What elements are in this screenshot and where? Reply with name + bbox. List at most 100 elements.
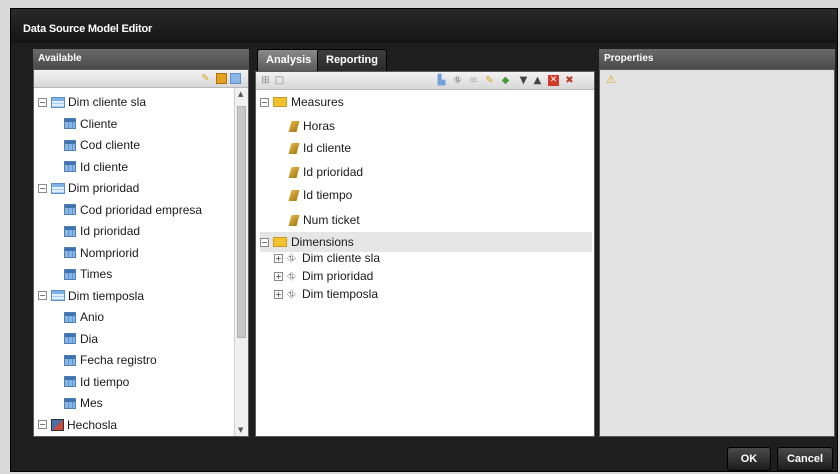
tree-item-label: Hechosla [67, 417, 118, 432]
measure-add-icon[interactable]: ✎ [484, 75, 495, 86]
collapse-toggle-icon[interactable]: − [38, 420, 47, 429]
column-item[interactable]: Anio [64, 307, 104, 327]
table-item[interactable]: − Dim tiemposla [38, 286, 144, 306]
column-item[interactable]: Dia [64, 329, 98, 349]
column-item[interactable]: Id prioridad [64, 221, 140, 241]
tree-item-label: Id cliente [80, 159, 129, 174]
select-icon[interactable]: ⊞ [260, 75, 271, 86]
column-item[interactable]: Times [64, 264, 112, 284]
level-icon[interactable]: ≡ [468, 75, 479, 86]
expand-toggle-icon[interactable]: + [274, 271, 283, 281]
tree-item-label: Nompriorid [80, 245, 139, 260]
measure-item[interactable]: Id prioridad [288, 162, 363, 182]
properties-header: Properties [599, 49, 835, 69]
tree-item-label: Cliente [80, 116, 118, 131]
calculated-icon[interactable]: ◆ [500, 75, 511, 86]
collapse-toggle-icon[interactable]: − [38, 183, 47, 193]
tree-item-label: Fecha registro [80, 353, 157, 367]
column-icon [64, 268, 76, 280]
table-item[interactable]: − Dim cliente sla [38, 92, 146, 112]
scroll-down-icon[interactable]: ▼ [238, 426, 243, 434]
data-source-model-editor-dialog: Data Source Model Editor Available ✎ − Di… [10, 8, 838, 472]
properties-panel: ⚠ [599, 69, 835, 437]
column-icon [64, 333, 76, 344]
measure-icon [288, 189, 300, 201]
window-title: Data Source Model Editor [11, 9, 837, 43]
move-down-icon[interactable]: ▼ [518, 75, 529, 86]
column-item[interactable]: Cod cliente [64, 135, 140, 155]
tree-item-label: Cod cliente [80, 138, 141, 152]
tree-item-label: Id tiempo [303, 188, 353, 202]
table-icon [51, 182, 65, 194]
column-item[interactable]: Cod prioridad empresa [64, 200, 202, 220]
column-icon [64, 139, 76, 151]
column-icon [64, 247, 76, 258]
tree-item-label: Horas [303, 119, 336, 133]
refresh-icon[interactable] [230, 73, 241, 84]
remove-icon[interactable]: ✖ [564, 75, 575, 86]
scroll-up-icon[interactable]: ▲ [238, 90, 243, 98]
ok-button[interactable]: OK [727, 447, 771, 471]
column-icon [64, 311, 76, 323]
tree-item-label: Id cliente [303, 141, 352, 155]
expand-toggle-icon[interactable]: + [274, 289, 283, 299]
folder-icon [273, 97, 287, 107]
tree-item-label: Times [80, 267, 113, 281]
measure-item[interactable]: Id cliente [288, 138, 352, 158]
folder-icon [273, 237, 287, 247]
dimension-item[interactable]: + ⛗ Dim cliente sla [274, 249, 380, 267]
measure-icon [288, 142, 300, 154]
tab-analysis[interactable]: Analysis [257, 49, 321, 71]
measure-icon [288, 166, 300, 178]
hierarchy-icon: ⛗ [287, 287, 296, 301]
collapse-toggle-icon[interactable]: − [38, 291, 47, 300]
column-item[interactable]: Mes [64, 393, 103, 413]
measure-icon [288, 120, 300, 132]
collapse-toggle-icon[interactable]: − [260, 237, 269, 247]
column-icon [64, 354, 76, 366]
tab-reporting[interactable]: Reporting [317, 49, 387, 71]
available-header: Available [33, 49, 249, 69]
chart-icon[interactable]: ▙ [436, 75, 447, 86]
tree-item-label: Measures [291, 95, 344, 109]
tree-item-label: Dim prioridad [68, 181, 140, 195]
tree-item-label: Dim prioridad [302, 269, 374, 283]
hierarchy-add-icon[interactable]: ⛗ [452, 75, 463, 86]
analysis-toolbar: ⊞ □ ▙ ⛗ ≡ ✎ ◆ ▼ ▲ ✕ ✖ [256, 72, 594, 90]
column-icon [64, 161, 76, 172]
tree-item-label: Dim cliente sla [302, 251, 381, 265]
hierarchy-icon: ⛗ [287, 269, 296, 283]
column-item[interactable]: Nompriorid [64, 243, 139, 263]
tree-item-label: Dim tiemposla [68, 288, 145, 303]
copy-icon[interactable]: □ [274, 75, 285, 86]
column-icon [64, 397, 76, 409]
table-item[interactable]: − Hechosla [38, 415, 117, 435]
collapse-toggle-icon[interactable]: − [38, 97, 47, 107]
add-table-icon[interactable] [216, 73, 227, 84]
table-item[interactable]: − Dim prioridad [38, 178, 139, 198]
column-item[interactable]: Fecha registro [64, 350, 157, 370]
warning-icon: ⚠ [606, 73, 616, 86]
table-icon [51, 290, 65, 301]
folder-item[interactable]: − Measures [260, 92, 344, 112]
dimension-item[interactable]: + ⛗ Dim tiemposla [274, 285, 378, 303]
pencil-icon[interactable]: ✎ [200, 73, 211, 84]
tree-item-label: Dim tiemposla [302, 287, 379, 301]
collapse-toggle-icon[interactable]: − [260, 97, 269, 107]
expand-toggle-icon[interactable]: + [274, 253, 283, 263]
available-scrollbar[interactable]: ▲ ▼ [234, 88, 248, 436]
fact-table-icon [51, 418, 64, 431]
delete-icon[interactable]: ✕ [548, 75, 559, 86]
column-item[interactable]: Id tiempo [64, 372, 129, 392]
column-item[interactable]: Cliente [64, 114, 117, 134]
tree-item-label: Id prioridad [80, 224, 141, 238]
measure-item[interactable]: Horas [288, 116, 336, 136]
measure-item[interactable]: Id tiempo [288, 185, 353, 205]
cancel-button[interactable]: Cancel [777, 447, 833, 471]
dimension-item[interactable]: + ⛗ Dim prioridad [274, 267, 373, 285]
scroll-thumb[interactable] [237, 106, 246, 338]
column-item[interactable]: Id cliente [64, 157, 128, 177]
move-up-icon[interactable]: ▲ [532, 75, 543, 86]
measure-item[interactable]: Num ticket [288, 210, 360, 230]
hierarchy-icon: ⛗ [287, 251, 296, 265]
